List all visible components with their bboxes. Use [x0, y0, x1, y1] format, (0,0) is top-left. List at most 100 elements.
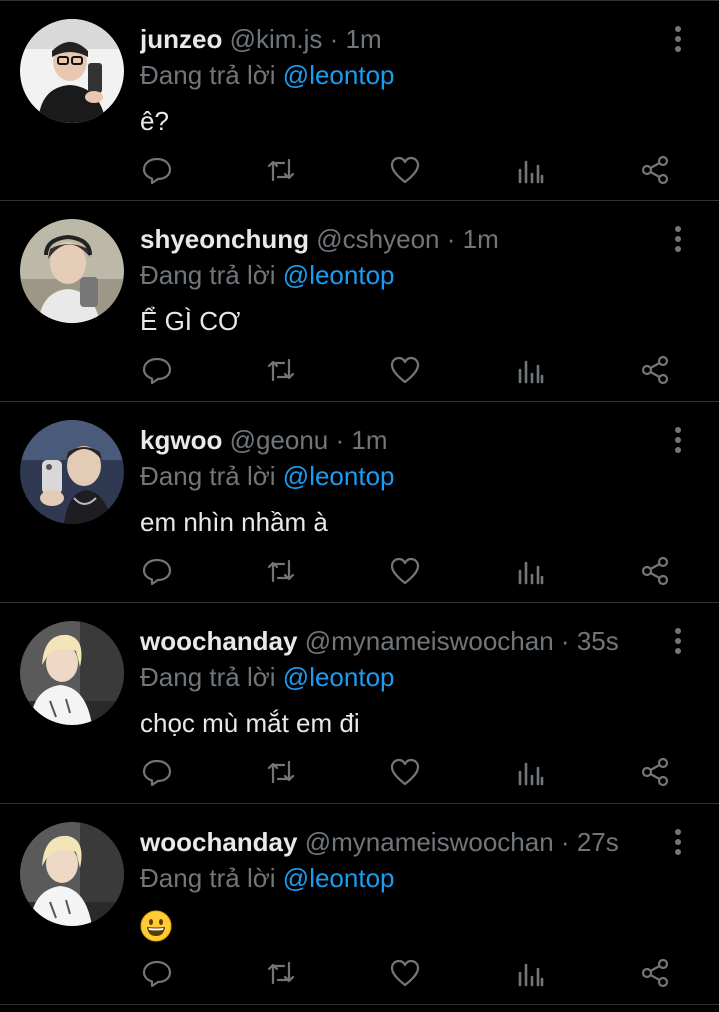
- tweet-text: chọc mù mắt em đi: [140, 708, 360, 738]
- share-icon: [641, 757, 669, 787]
- like-button[interactable]: [388, 353, 422, 387]
- comment-icon: [142, 759, 172, 787]
- avatar[interactable]: [20, 19, 124, 123]
- separator-dot: ·: [560, 626, 570, 656]
- mention-link[interactable]: @leontop: [283, 461, 395, 491]
- avatar-image: [20, 19, 124, 123]
- mention-link[interactable]: @leontop: [283, 863, 395, 893]
- views-button[interactable]: [514, 956, 548, 990]
- share-button[interactable]: [638, 554, 672, 588]
- user-handle[interactable]: @mynameiswoochan: [305, 827, 554, 857]
- retweet-icon: [267, 158, 295, 182]
- user-handle[interactable]: @mynameiswoochan: [305, 626, 554, 656]
- tweet-header: woochanday @mynameiswoochan · 27s: [140, 824, 679, 860]
- avatar[interactable]: [20, 219, 124, 323]
- replying-to: Đang trả lời @leontop: [140, 257, 679, 293]
- retweet-button[interactable]: [264, 353, 298, 387]
- heart-icon: [390, 156, 420, 184]
- retweet-button[interactable]: [264, 956, 298, 990]
- share-icon: [641, 355, 669, 385]
- views-button[interactable]: [514, 353, 548, 387]
- more-options-button[interactable]: [667, 422, 689, 458]
- timestamp[interactable]: 27s: [577, 827, 619, 857]
- analytics-icon: [518, 360, 544, 384]
- heart-icon: [390, 557, 420, 585]
- avatar-image: [20, 822, 124, 926]
- tweet-header: kgwoo @geonu · 1m: [140, 422, 679, 458]
- tweet[interactable]: woochanday @mynameiswoochan · 27s Đang t…: [0, 804, 719, 1005]
- more-options-button[interactable]: [667, 623, 689, 659]
- timestamp[interactable]: 1m: [346, 24, 382, 54]
- tweet[interactable]: woochanday @mynameiswoochan · 35s Đang t…: [0, 603, 719, 804]
- retweet-button[interactable]: [264, 554, 298, 588]
- separator-dot: ·: [560, 827, 570, 857]
- more-options-button[interactable]: [667, 221, 689, 257]
- mention-link[interactable]: @leontop: [283, 260, 395, 290]
- views-button[interactable]: [514, 755, 548, 789]
- reply-button[interactable]: [140, 956, 174, 990]
- like-button[interactable]: [388, 153, 422, 187]
- like-button[interactable]: [388, 956, 422, 990]
- separator-dot: ·: [329, 24, 339, 54]
- reply-button[interactable]: [140, 554, 174, 588]
- analytics-icon: [518, 160, 544, 184]
- avatar-image: [20, 219, 124, 323]
- share-button[interactable]: [638, 755, 672, 789]
- share-icon: [641, 556, 669, 586]
- heart-icon: [390, 959, 420, 987]
- display-name[interactable]: shyeonchung: [140, 224, 309, 254]
- action-bar: [140, 956, 680, 990]
- separator-dot: ·: [446, 224, 456, 254]
- reply-button[interactable]: [140, 755, 174, 789]
- timestamp[interactable]: 1m: [351, 425, 387, 455]
- user-handle[interactable]: @kim.js: [230, 24, 323, 54]
- user-handle[interactable]: @cshyeon: [316, 224, 439, 254]
- avatar[interactable]: [20, 420, 124, 524]
- share-button[interactable]: [638, 956, 672, 990]
- avatar[interactable]: [20, 822, 124, 926]
- like-button[interactable]: [388, 755, 422, 789]
- action-bar: [140, 554, 680, 588]
- share-button[interactable]: [638, 353, 672, 387]
- views-button[interactable]: [514, 554, 548, 588]
- retweet-button[interactable]: [264, 153, 298, 187]
- reply-button[interactable]: [140, 353, 174, 387]
- tweet[interactable]: junzeo @kim.js · 1m Đang trả lời @leonto…: [0, 0, 719, 201]
- tweet[interactable]: shyeonchung @cshyeon · 1m Đang trả lời @…: [0, 201, 719, 402]
- display-name[interactable]: woochanday: [140, 626, 297, 656]
- like-button[interactable]: [388, 554, 422, 588]
- share-button[interactable]: [638, 153, 672, 187]
- more-options-button[interactable]: [667, 21, 689, 57]
- comment-icon: [142, 157, 172, 185]
- tweet-text: ê?: [140, 106, 169, 136]
- replying-to: Đang trả lời @leontop: [140, 860, 679, 896]
- display-name[interactable]: kgwoo: [140, 425, 222, 455]
- more-options-button[interactable]: [667, 824, 689, 860]
- tweet-content: junzeo @kim.js · 1m Đang trả lời @leonto…: [140, 21, 679, 139]
- share-icon: [641, 958, 669, 988]
- views-button[interactable]: [514, 153, 548, 187]
- grinning-face-emoji: [140, 910, 172, 942]
- mention-link[interactable]: @leontop: [283, 662, 395, 692]
- avatar[interactable]: [20, 621, 124, 725]
- reply-button[interactable]: [140, 153, 174, 187]
- tweet[interactable]: kgwoo @geonu · 1m Đang trả lời @leontop …: [0, 402, 719, 603]
- heart-icon: [390, 356, 420, 384]
- action-bar: [140, 153, 680, 187]
- separator-dot: ·: [335, 425, 345, 455]
- heart-icon: [390, 758, 420, 786]
- user-handle[interactable]: @geonu: [230, 425, 329, 455]
- retweet-button[interactable]: [264, 755, 298, 789]
- tweet-content: kgwoo @geonu · 1m Đang trả lời @leontop …: [140, 422, 679, 540]
- action-bar: [140, 755, 680, 789]
- more-vertical-icon: [675, 628, 681, 654]
- retweet-icon: [267, 760, 295, 784]
- timestamp[interactable]: 35s: [577, 626, 619, 656]
- display-name[interactable]: woochanday: [140, 827, 297, 857]
- mention-link[interactable]: @leontop: [283, 60, 395, 90]
- retweet-icon: [267, 961, 295, 985]
- share-icon: [641, 155, 669, 185]
- timestamp[interactable]: 1m: [463, 224, 499, 254]
- tweet-header: shyeonchung @cshyeon · 1m: [140, 221, 679, 257]
- display-name[interactable]: junzeo: [140, 24, 222, 54]
